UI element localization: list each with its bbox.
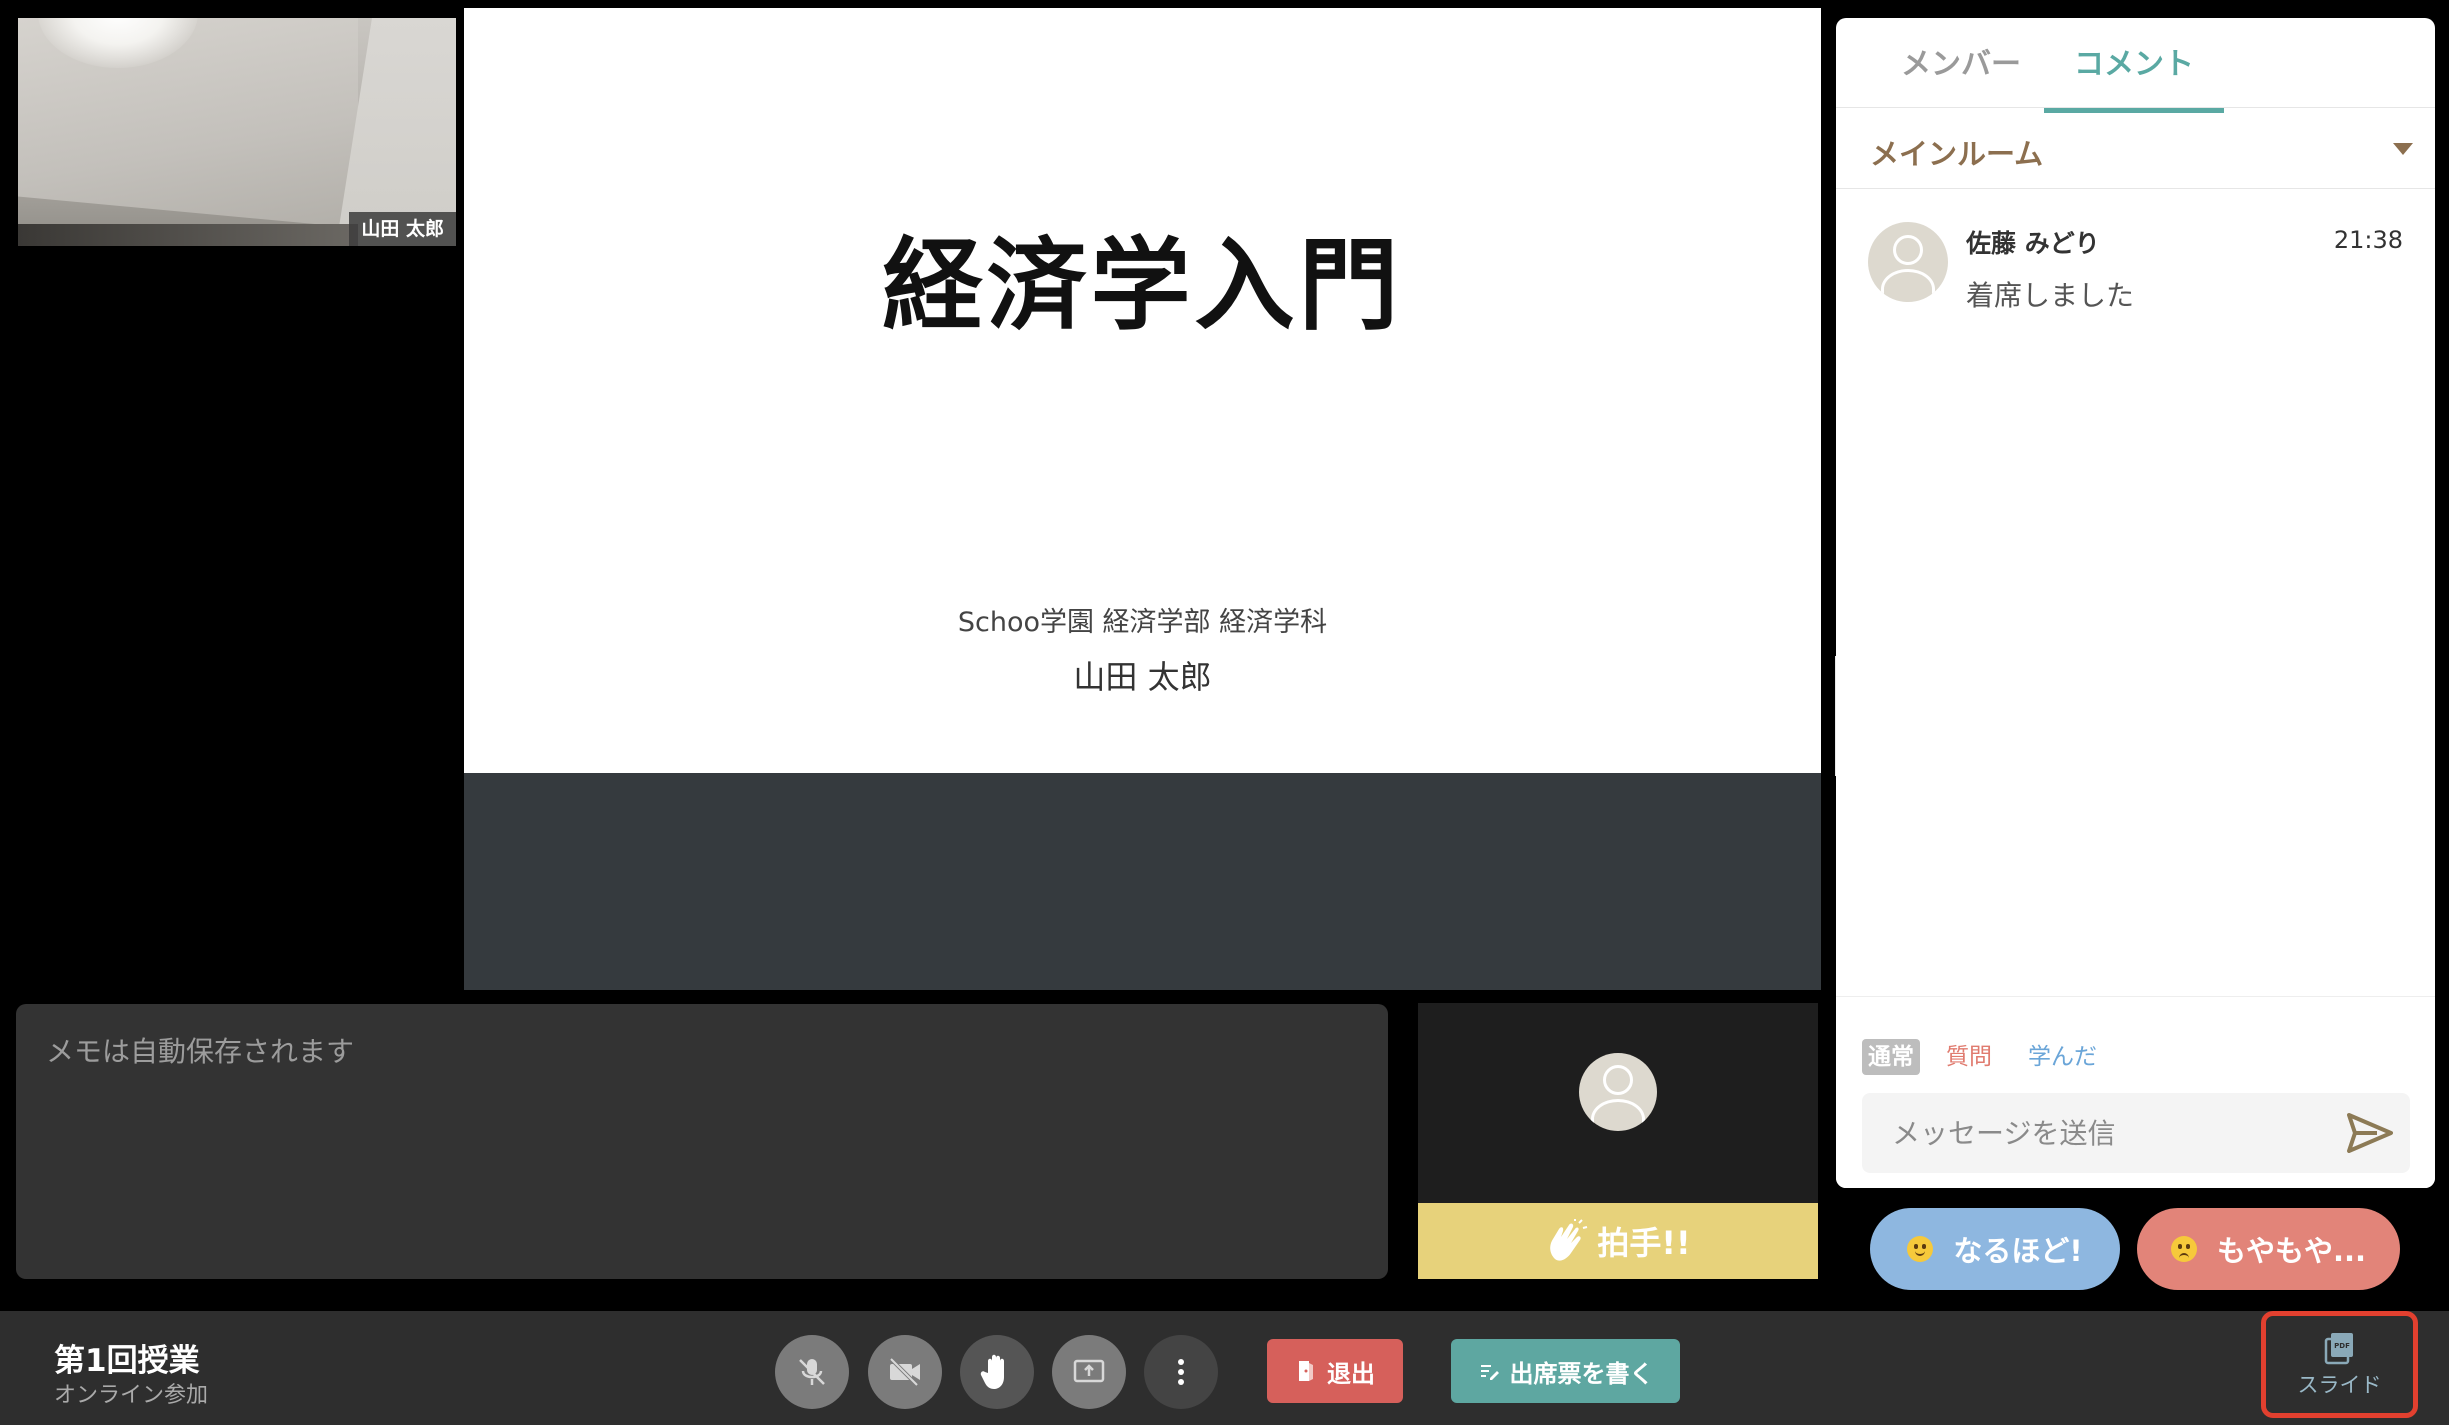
screen-share-button[interactable] <box>1052 1335 1126 1409</box>
door-exit-icon <box>1299 1361 1313 1381</box>
participant-tile <box>1418 1003 1818 1203</box>
user-avatar-icon <box>1868 222 1948 302</box>
reaction-naruhodo-label: なるほど! <box>1953 1234 2083 1268</box>
send-button[interactable] <box>2344 1109 2396 1157</box>
class-subtitle: オンライン参加 <box>54 1383 209 1408</box>
comment-author: 佐藤 みどり <box>1966 229 2100 258</box>
mic-toggle-button[interactable] <box>775 1335 849 1409</box>
attendance-label: 出席票を書く <box>1509 1359 1654 1388</box>
leave-button[interactable]: 退出 <box>1267 1339 1403 1403</box>
comment-type-question[interactable]: 質問 <box>1940 1039 1998 1075</box>
side-panel: メンバー コメント メインルーム 佐藤 みどり 21:38 着席しました 通常 … <box>1836 18 2435 1188</box>
raise-hand-button[interactable] <box>960 1335 1034 1409</box>
reaction-moyamoya-button[interactable]: もやもや... <box>2137 1208 2400 1290</box>
send-icon <box>2347 1113 2393 1153</box>
tab-comment[interactable]: コメント <box>2044 44 2224 113</box>
panel-tabs: メンバー コメント <box>1836 18 2435 113</box>
attendance-button[interactable]: 出席票を書く <box>1451 1339 1680 1403</box>
comment-text: 着席しました <box>1966 279 2135 312</box>
more-vertical-icon <box>1178 1359 1184 1385</box>
comment-type-normal[interactable]: 通常 <box>1862 1039 1920 1075</box>
hand-icon <box>980 1354 1004 1389</box>
slide-label: スライド <box>2297 1372 2382 1397</box>
message-input[interactable] <box>1862 1093 2382 1173</box>
participant-avatar-icon <box>1579 1053 1657 1131</box>
comment-composer: 通常 質問 学んだ <box>1836 996 2435 1188</box>
bottom-toolbar: 第1回授業 オンライン参加 退出 出席票を書く <box>0 1311 2449 1425</box>
camera-toggle-button[interactable] <box>868 1335 942 1409</box>
self-name-tag: 山田 太郎 <box>349 212 456 246</box>
screen-share-icon <box>1073 1359 1105 1383</box>
room-select-value: メインルーム <box>1870 137 2044 171</box>
class-title: 第1回授業 <box>54 1343 200 1379</box>
comment-type-learned[interactable]: 学んだ <box>2022 1039 2103 1075</box>
more-options-button[interactable] <box>1144 1335 1218 1409</box>
write-note-icon <box>1480 1365 1499 1380</box>
slide-bottom-area <box>464 773 1821 990</box>
confused-emoji-icon <box>2170 1236 2197 1262</box>
message-box <box>1862 1093 2410 1173</box>
slide-presenter: 山田 太郎 <box>1073 658 1212 696</box>
svg-text:PDF: PDF <box>2334 1342 2350 1350</box>
clap-hands-icon <box>1550 1219 1588 1261</box>
memo-area <box>16 1004 1388 1279</box>
self-video-preview: 山田 太郎 <box>18 18 456 246</box>
room-select[interactable]: メインルーム <box>1836 109 2435 189</box>
dropdown-arrow-icon <box>2393 143 2413 155</box>
slide-organization: Schoo学園 経済学部 経済学科 <box>957 607 1328 638</box>
pdf-icon: PDF <box>2324 1332 2353 1364</box>
reaction-naruhodo-button[interactable]: なるほど! <box>1870 1208 2120 1290</box>
leave-label: 退出 <box>1327 1359 1375 1388</box>
slide-title: 経済学入門 <box>882 227 1403 344</box>
tab-member[interactable]: メンバー <box>1876 44 2046 108</box>
comment-item: 佐藤 みどり 21:38 着席しました <box>1836 218 2435 338</box>
slide-button[interactable]: PDF スライド <box>2261 1311 2418 1418</box>
memo-input[interactable] <box>16 1004 1388 1279</box>
reaction-moyamoya-label: もやもや... <box>2216 1234 2367 1268</box>
applause-button[interactable]: 拍手!! <box>1418 1203 1818 1279</box>
smile-emoji-icon <box>1907 1236 1934 1262</box>
slide-viewer: 経済学入門 Schoo学園 経済学部 経済学科 山田 太郎 <box>464 8 1821 773</box>
camera-off-icon <box>889 1357 920 1387</box>
mic-off-icon <box>799 1359 825 1385</box>
comment-time: 21:38 <box>2333 226 2403 254</box>
applause-label: 拍手!! <box>1597 1224 1691 1262</box>
